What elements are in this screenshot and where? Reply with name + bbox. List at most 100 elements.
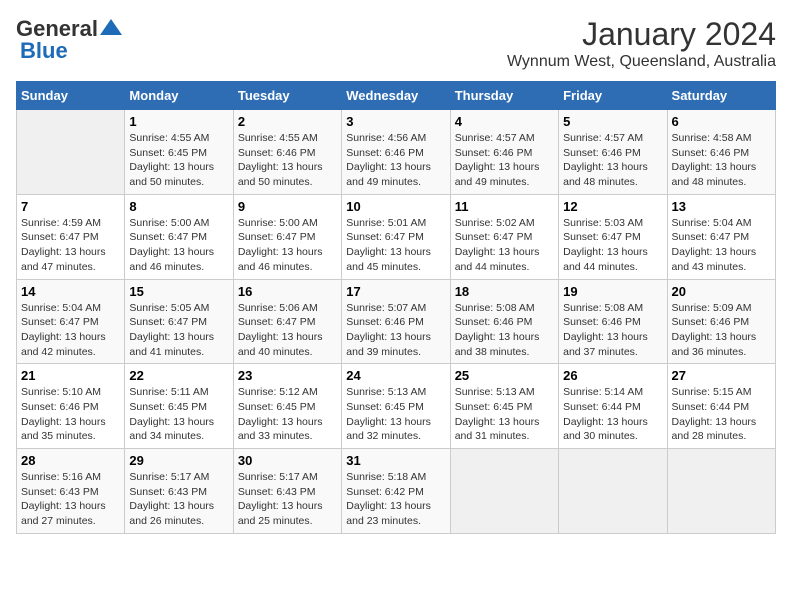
day-number: 29 — [129, 453, 228, 468]
calendar-cell: 19 Sunrise: 5:08 AMSunset: 6:46 PMDayligh… — [559, 279, 667, 364]
cell-info: Sunrise: 4:56 AMSunset: 6:46 PMDaylight:… — [346, 131, 445, 190]
logo: General Blue — [16, 16, 122, 64]
calendar-cell: 1Sunrise: 4:55 AMSunset: 6:45 PMDaylight… — [125, 110, 233, 195]
cell-info: Sunrise: 5:06 AMSunset: 6:47 PMDaylight:… — [238, 301, 337, 360]
page-header: General Blue January 2024 Wynnum West, Q… — [16, 16, 776, 71]
calendar-cell: 20 Sunrise: 5:09 AMSunset: 6:46 PMDayligh… — [667, 279, 775, 364]
cell-info: Sunrise: 5:12 AMSunset: 6:45 PMDaylight:… — [238, 385, 337, 444]
cell-info: Sunrise: 5:03 AMSunset: 6:47 PMDaylight:… — [563, 216, 662, 275]
day-header-tuesday: Tuesday — [233, 82, 341, 110]
calendar-cell: 28 Sunrise: 5:16 AMSunset: 6:43 PMDayligh… — [17, 449, 125, 534]
cell-info: Sunrise: 5:04 AMSunset: 6:47 PMDaylight:… — [672, 216, 771, 275]
calendar-cell: 25Sunrise: 5:13 AMSunset: 6:45 PMDayligh… — [450, 364, 558, 449]
day-number: 21 — [21, 368, 120, 383]
day-number: 7 — [21, 199, 120, 214]
calendar-cell: 14Sunrise: 5:04 AMSunset: 6:47 PMDayligh… — [17, 279, 125, 364]
title-block: January 2024 Wynnum West, Queensland, Au… — [507, 16, 776, 71]
calendar-table: SundayMondayTuesdayWednesdayThursdayFrid… — [16, 81, 776, 534]
location-title: Wynnum West, Queensland, Australia — [507, 53, 776, 71]
day-header-thursday: Thursday — [450, 82, 558, 110]
calendar-cell: 24Sunrise: 5:13 AMSunset: 6:45 PMDayligh… — [342, 364, 450, 449]
day-header-saturday: Saturday — [667, 82, 775, 110]
day-number: 19 — [563, 284, 662, 299]
day-number: 17 — [346, 284, 445, 299]
day-number: 26 — [563, 368, 662, 383]
logo-blue-text: Blue — [16, 38, 68, 64]
day-number: 31 — [346, 453, 445, 468]
day-header-wednesday: Wednesday — [342, 82, 450, 110]
cell-info: Sunrise: 5:01 AMSunset: 6:47 PMDaylight:… — [346, 216, 445, 275]
cell-info: Sunrise: 5:13 AMSunset: 6:45 PMDaylight:… — [455, 385, 554, 444]
calendar-cell: 23 Sunrise: 5:12 AMSunset: 6:45 PMDayligh… — [233, 364, 341, 449]
cell-info: Sunrise: 5:02 AMSunset: 6:47 PMDaylight:… — [455, 216, 554, 275]
calendar-cell: 29 Sunrise: 5:17 AMSunset: 6:43 PMDayligh… — [125, 449, 233, 534]
day-number: 10 — [346, 199, 445, 214]
calendar-header-row: SundayMondayTuesdayWednesdayThursdayFrid… — [17, 82, 776, 110]
day-number: 28 — [21, 453, 120, 468]
cell-info: Sunrise: 5:11 AMSunset: 6:45 PMDaylight:… — [129, 385, 228, 444]
cell-info: Sunrise: 5:05 AMSunset: 6:47 PMDaylight:… — [129, 301, 228, 360]
day-number: 8 — [129, 199, 228, 214]
day-number: 27 — [672, 368, 771, 383]
cell-info: Sunrise: 5:16 AMSunset: 6:43 PMDaylight:… — [21, 470, 120, 529]
day-number: 4 — [455, 114, 554, 129]
day-number: 30 — [238, 453, 337, 468]
day-number: 13 — [672, 199, 771, 214]
calendar-cell: 21 Sunrise: 5:10 AMSunset: 6:46 PMDayligh… — [17, 364, 125, 449]
month-title: January 2024 — [507, 16, 776, 53]
day-number: 23 — [238, 368, 337, 383]
day-number: 16 — [238, 284, 337, 299]
cell-info: Sunrise: 5:13 AMSunset: 6:45 PMDaylight:… — [346, 385, 445, 444]
cell-info: Sunrise: 5:09 AMSunset: 6:46 PMDaylight:… — [672, 301, 771, 360]
cell-info: Sunrise: 5:10 AMSunset: 6:46 PMDaylight:… — [21, 385, 120, 444]
cell-info: Sunrise: 5:14 AMSunset: 6:44 PMDaylight:… — [563, 385, 662, 444]
calendar-cell: 17 Sunrise: 5:07 AMSunset: 6:46 PMDayligh… — [342, 279, 450, 364]
calendar-cell: 13 Sunrise: 5:04 AMSunset: 6:47 PMDayligh… — [667, 194, 775, 279]
calendar-cell: 11 Sunrise: 5:02 AMSunset: 6:47 PMDayligh… — [450, 194, 558, 279]
day-number: 2 — [238, 114, 337, 129]
cell-info: Sunrise: 4:55 AMSunset: 6:46 PMDaylight:… — [238, 131, 337, 190]
calendar-cell: 22 Sunrise: 5:11 AMSunset: 6:45 PMDayligh… — [125, 364, 233, 449]
cell-info: Sunrise: 5:17 AMSunset: 6:43 PMDaylight:… — [129, 470, 228, 529]
cell-info: Sunrise: 5:18 AMSunset: 6:42 PMDaylight:… — [346, 470, 445, 529]
day-header-friday: Friday — [559, 82, 667, 110]
day-header-monday: Monday — [125, 82, 233, 110]
cell-info: Sunrise: 4:57 AMSunset: 6:46 PMDaylight:… — [563, 131, 662, 190]
calendar-cell: 6Sunrise: 4:58 AMSunset: 6:46 PMDaylight… — [667, 110, 775, 195]
calendar-cell: 18Sunrise: 5:08 AMSunset: 6:46 PMDayligh… — [450, 279, 558, 364]
day-number: 20 — [672, 284, 771, 299]
calendar-cell: 5 Sunrise: 4:57 AMSunset: 6:46 PMDaylight… — [559, 110, 667, 195]
cell-info: Sunrise: 4:55 AMSunset: 6:45 PMDaylight:… — [129, 131, 228, 190]
cell-info: Sunrise: 4:59 AMSunset: 6:47 PMDaylight:… — [21, 216, 120, 275]
cell-info: Sunrise: 5:07 AMSunset: 6:46 PMDaylight:… — [346, 301, 445, 360]
day-number: 11 — [455, 199, 554, 214]
week-row-5: 28 Sunrise: 5:16 AMSunset: 6:43 PMDayligh… — [17, 449, 776, 534]
cell-info: Sunrise: 5:17 AMSunset: 6:43 PMDaylight:… — [238, 470, 337, 529]
calendar-cell — [450, 449, 558, 534]
cell-info: Sunrise: 5:08 AMSunset: 6:46 PMDaylight:… — [563, 301, 662, 360]
week-row-4: 21 Sunrise: 5:10 AMSunset: 6:46 PMDayligh… — [17, 364, 776, 449]
calendar-cell: 31 Sunrise: 5:18 AMSunset: 6:42 PMDayligh… — [342, 449, 450, 534]
cell-info: Sunrise: 4:58 AMSunset: 6:46 PMDaylight:… — [672, 131, 771, 190]
cell-info: Sunrise: 5:15 AMSunset: 6:44 PMDaylight:… — [672, 385, 771, 444]
week-row-3: 14Sunrise: 5:04 AMSunset: 6:47 PMDayligh… — [17, 279, 776, 364]
cell-info: Sunrise: 4:57 AMSunset: 6:46 PMDaylight:… — [455, 131, 554, 190]
calendar-cell: 27 Sunrise: 5:15 AMSunset: 6:44 PMDayligh… — [667, 364, 775, 449]
week-row-1: 1Sunrise: 4:55 AMSunset: 6:45 PMDaylight… — [17, 110, 776, 195]
calendar-cell — [667, 449, 775, 534]
calendar-cell: 10 Sunrise: 5:01 AMSunset: 6:47 PMDayligh… — [342, 194, 450, 279]
cell-info: Sunrise: 5:00 AMSunset: 6:47 PMDaylight:… — [129, 216, 228, 275]
calendar-cell: 30 Sunrise: 5:17 AMSunset: 6:43 PMDayligh… — [233, 449, 341, 534]
day-number: 5 — [563, 114, 662, 129]
calendar-cell: 12Sunrise: 5:03 AMSunset: 6:47 PMDayligh… — [559, 194, 667, 279]
calendar-cell: 26 Sunrise: 5:14 AMSunset: 6:44 PMDayligh… — [559, 364, 667, 449]
cell-info: Sunrise: 5:00 AMSunset: 6:47 PMDaylight:… — [238, 216, 337, 275]
calendar-cell: 7 Sunrise: 4:59 AMSunset: 6:47 PMDaylight… — [17, 194, 125, 279]
day-number: 3 — [346, 114, 445, 129]
calendar-cell: 8 Sunrise: 5:00 AMSunset: 6:47 PMDaylight… — [125, 194, 233, 279]
day-number: 22 — [129, 368, 228, 383]
calendar-cell: 16 Sunrise: 5:06 AMSunset: 6:47 PMDayligh… — [233, 279, 341, 364]
calendar-cell: 3 Sunrise: 4:56 AMSunset: 6:46 PMDaylight… — [342, 110, 450, 195]
logo-icon — [100, 19, 122, 35]
cell-info: Sunrise: 5:08 AMSunset: 6:46 PMDaylight:… — [455, 301, 554, 360]
